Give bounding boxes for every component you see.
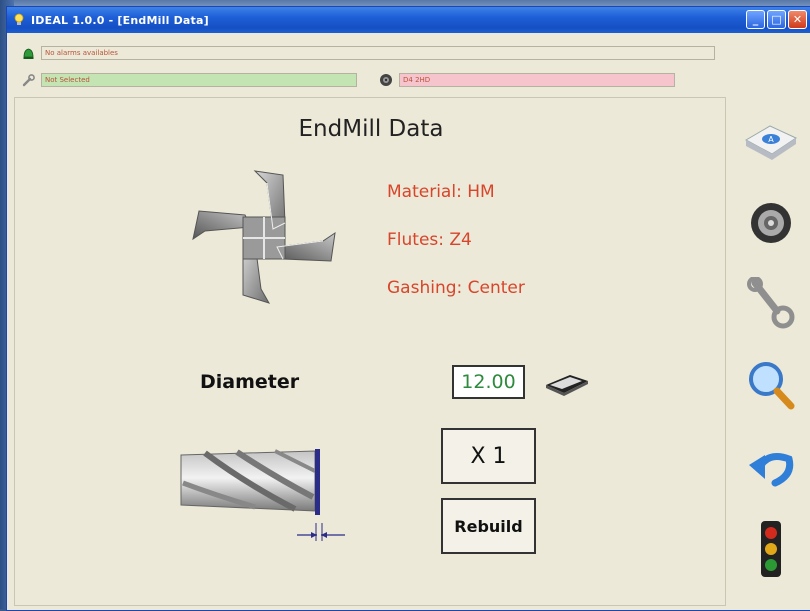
window-title: IDEAL 1.0.0 - [EndMill Data] xyxy=(31,13,209,27)
diameter-input[interactable]: 12.00 xyxy=(452,365,525,399)
wrench-small-icon xyxy=(21,73,35,87)
window-controls: _ □ ✕ xyxy=(746,10,807,29)
selected-tool-field: Not Selected xyxy=(41,73,357,87)
alarm-bell-icon xyxy=(21,46,35,60)
flutes-label: Flutes: Z4 xyxy=(387,230,472,250)
minimize-button[interactable]: _ xyxy=(746,10,765,29)
keyboard-button[interactable]: A xyxy=(741,111,801,171)
wheel-button[interactable] xyxy=(741,193,801,253)
app-bulb-icon xyxy=(13,13,25,27)
traffic-light-icon xyxy=(761,521,781,577)
alarms-field: No alarms availables xyxy=(41,46,715,60)
main-window: IDEAL 1.0.0 - [EndMill Data] _ □ ✕ No al… xyxy=(6,6,810,611)
close-button[interactable]: ✕ xyxy=(788,10,807,29)
endmill-panel: EndMill Data Material: HM Flutes: Z4 Gas… xyxy=(14,97,726,606)
wheel-row: D4 2HD xyxy=(379,73,675,87)
page-title: EndMill Data xyxy=(298,116,444,142)
multiplier-button[interactable]: X 1 xyxy=(441,428,536,484)
tool-sidebar: A xyxy=(733,103,810,608)
diameter-label: Diameter xyxy=(200,371,300,393)
material-label: Material: HM xyxy=(387,182,495,202)
search-button[interactable] xyxy=(741,355,801,415)
gashing-label: Gashing: Center xyxy=(387,278,525,298)
keyboard-icon: A xyxy=(744,125,798,160)
selection-row: Not Selected xyxy=(21,73,357,87)
undo-button[interactable] xyxy=(741,437,801,497)
traffic-light-button[interactable] xyxy=(741,519,801,579)
endmill-side-view-image xyxy=(180,449,345,541)
alarm-row: No alarms availables xyxy=(21,46,715,60)
tools-button[interactable] xyxy=(741,273,801,333)
grinding-wheel-icon xyxy=(751,203,791,243)
svg-text:A: A xyxy=(768,135,774,144)
status-area: No alarms availables Not Selected D4 2HD xyxy=(7,33,810,99)
maximize-button[interactable]: □ xyxy=(767,10,786,29)
rebuild-button[interactable]: Rebuild xyxy=(441,498,536,554)
wheel-field: D4 2HD xyxy=(399,73,675,87)
wrench-icon xyxy=(747,277,795,329)
endmill-cross-section-image xyxy=(192,170,336,304)
keypad-icon[interactable] xyxy=(542,371,592,397)
undo-icon xyxy=(749,453,794,487)
grinding-wheel-small-icon xyxy=(379,73,393,87)
title-bar[interactable]: IDEAL 1.0.0 - [EndMill Data] _ □ ✕ xyxy=(7,7,810,33)
magnifier-icon xyxy=(749,362,795,410)
